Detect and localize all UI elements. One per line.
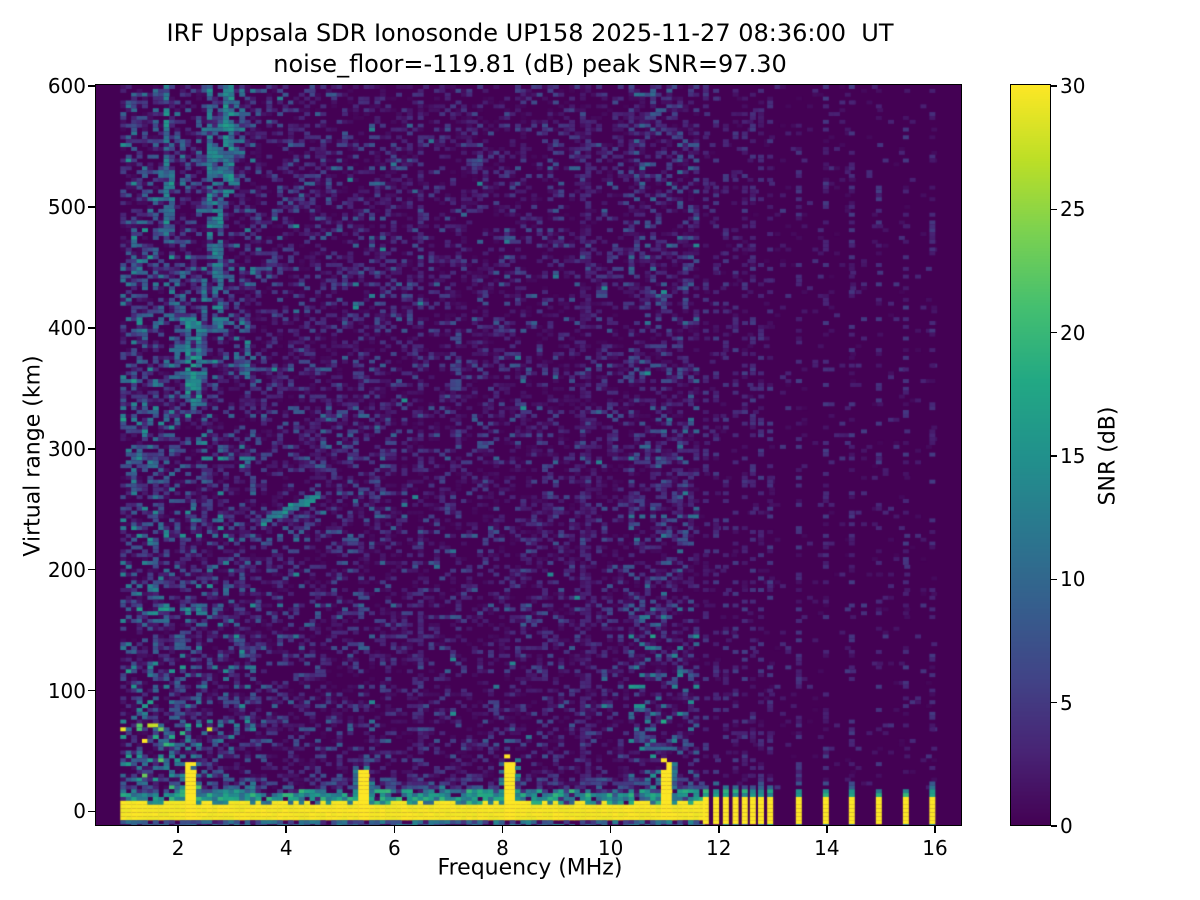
y-tick-label: 200: [48, 558, 86, 582]
y-tick-label: 300: [48, 437, 86, 461]
colorbar-label: SNR (dB): [1096, 407, 1121, 506]
figure: { "title": { "line1": "IRF Uppsala SDR I…: [0, 0, 1200, 900]
colorbar-tick-mark: [1051, 209, 1057, 211]
colorbar-tick-label: 0: [1060, 814, 1073, 838]
x-tick-label: 6: [388, 836, 401, 860]
x-axis-label: Frequency (MHz): [438, 856, 623, 881]
x-tick-mark: [177, 826, 179, 833]
x-tick-mark: [718, 826, 720, 833]
colorbar-tick-label: 25: [1060, 197, 1085, 221]
ionogram-heatmap-canvas: [96, 85, 961, 825]
y-tick-label: 600: [48, 74, 86, 98]
y-tick-label: 500: [48, 195, 86, 219]
colorbar: [1010, 84, 1051, 826]
colorbar-tick-mark: [1051, 825, 1057, 827]
y-axis-label: Virtual range (km): [21, 355, 46, 556]
y-tick-mark: [88, 327, 95, 329]
colorbar-gradient-canvas: [1011, 85, 1050, 825]
y-tick-mark: [88, 690, 95, 692]
colorbar-tick-label: 15: [1060, 444, 1085, 468]
x-tick-mark: [610, 826, 612, 833]
x-tick-label: 4: [280, 836, 293, 860]
x-tick-mark: [502, 826, 504, 833]
x-tick-mark: [285, 826, 287, 833]
colorbar-tick-mark: [1051, 85, 1057, 87]
y-tick-mark: [88, 569, 95, 571]
colorbar-tick-label: 5: [1060, 691, 1073, 715]
colorbar-tick-label: 10: [1060, 567, 1085, 591]
chart-subtitle: noise_floor=-119.81 (dB) peak SNR=97.30: [273, 50, 787, 78]
heatmap-plot-area: [95, 84, 962, 826]
colorbar-tick-mark: [1051, 332, 1057, 334]
x-tick-mark: [826, 826, 828, 833]
colorbar-tick-mark: [1051, 702, 1057, 704]
colorbar-tick-mark: [1051, 455, 1057, 457]
y-tick-mark: [88, 85, 95, 87]
colorbar-tick-label: 30: [1060, 74, 1085, 98]
chart-title: IRF Uppsala SDR Ionosonde UP158 2025-11-…: [167, 19, 894, 47]
x-tick-mark: [394, 826, 396, 833]
y-tick-mark: [88, 448, 95, 450]
x-tick-label: 16: [922, 836, 947, 860]
x-tick-label: 2: [172, 836, 185, 860]
y-tick-label: 100: [48, 679, 86, 703]
colorbar-tick-mark: [1051, 579, 1057, 581]
y-tick-mark: [88, 206, 95, 208]
x-tick-mark: [934, 826, 936, 833]
y-tick-label: 400: [48, 316, 86, 340]
y-tick-mark: [88, 811, 95, 813]
colorbar-tick-label: 20: [1060, 321, 1085, 345]
y-tick-label: 0: [73, 799, 86, 823]
x-tick-label: 14: [814, 836, 839, 860]
x-tick-label: 12: [706, 836, 731, 860]
